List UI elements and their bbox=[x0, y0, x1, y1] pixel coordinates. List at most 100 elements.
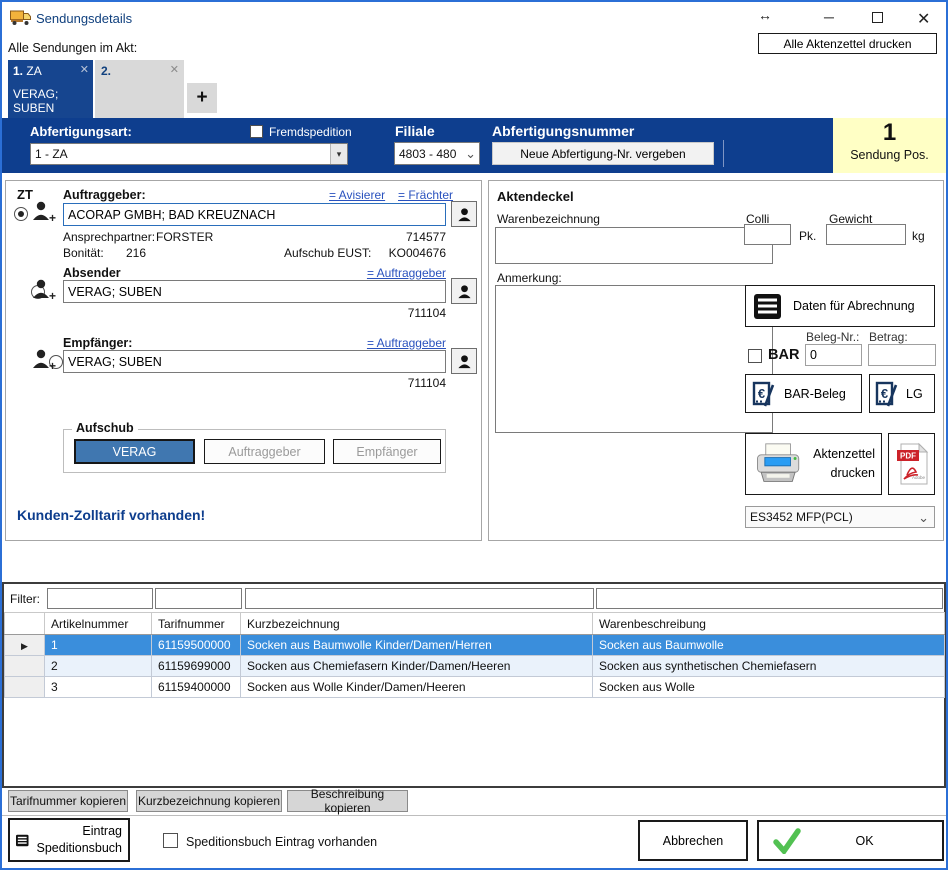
euro-receipt-icon: € bbox=[875, 380, 899, 408]
col-artikelnummer[interactable]: Artikelnummer bbox=[45, 613, 152, 635]
beschreibung-kopieren-button[interactable]: Beschreibung kopieren bbox=[287, 790, 408, 812]
tab-shipment-2[interactable]: ✕ 2. bbox=[95, 60, 184, 118]
command-bar-divider bbox=[723, 140, 724, 167]
tab1-line1: VERAG; bbox=[13, 87, 88, 101]
warenbezeichnung-textarea[interactable] bbox=[495, 227, 773, 264]
maximize-button[interactable] bbox=[872, 12, 883, 23]
daten-abrechnung-button[interactable]: Daten für Abrechnung bbox=[745, 285, 935, 327]
add-contact-icon[interactable]: + bbox=[31, 199, 57, 226]
cell-tarifnummer[interactable]: 61159699000 bbox=[152, 656, 241, 677]
add-contact-icon[interactable]: + bbox=[31, 277, 57, 304]
chevron-down-icon[interactable]: ⌄ bbox=[465, 147, 479, 160]
aufschub-empfaenger-button[interactable]: Empfänger bbox=[333, 439, 441, 464]
ok-button[interactable]: OK bbox=[757, 820, 944, 861]
bonitaet-value: 216 bbox=[126, 246, 146, 260]
filter-warenbeschreibung-input[interactable] bbox=[596, 588, 943, 609]
filter-artikelnummer-input[interactable] bbox=[47, 588, 153, 609]
ansprechpartner-value: FORSTER bbox=[156, 230, 213, 244]
tarifnummer-kopieren-button[interactable]: Tarifnummer kopieren bbox=[8, 790, 128, 812]
cell-kurzbezeichnung[interactable]: Socken aus Baumwolle Kinder/Damen/Herren bbox=[241, 635, 593, 656]
chevron-down-icon[interactable]: ⌄ bbox=[918, 511, 934, 524]
add-tab-button[interactable]: + bbox=[187, 83, 217, 113]
beleg-nr-input[interactable] bbox=[805, 344, 862, 366]
auftraggeber-input[interactable] bbox=[63, 203, 446, 226]
ok-label: OK bbox=[801, 834, 928, 848]
aufschub-eust-label: Aufschub EUST: bbox=[284, 246, 371, 260]
lg-button[interactable]: € LG bbox=[869, 374, 935, 413]
close-button[interactable]: ✕ bbox=[917, 9, 930, 29]
cell-artikelnummer[interactable]: 3 bbox=[45, 677, 152, 698]
current-row-marker-icon: ▶ bbox=[21, 641, 28, 651]
tab1-close-icon[interactable]: ✕ bbox=[80, 63, 89, 76]
cell-artikelnummer[interactable]: 2 bbox=[45, 656, 152, 677]
filiale-select[interactable]: 4803 - 480 ⌄ bbox=[394, 142, 480, 165]
fremdspedition-label: Fremdspedition bbox=[269, 125, 352, 139]
printer-value: ES3452 MFP(PCL) bbox=[746, 510, 918, 524]
printer-select[interactable]: ES3452 MFP(PCL) ⌄ bbox=[745, 506, 935, 528]
neue-abfertigung-button[interactable]: Neue Abfertigung-Nr. vergeben bbox=[492, 142, 714, 165]
filter-kurzbezeichnung-input[interactable] bbox=[245, 588, 594, 609]
ansprechpartner-label: Ansprechpartner: bbox=[63, 230, 155, 244]
empfaenger-number: 711104 bbox=[346, 376, 446, 390]
table-row[interactable]: ▶ 1 61159500000 Socken aus Baumwolle Kin… bbox=[5, 635, 945, 656]
betrag-input[interactable] bbox=[868, 344, 936, 366]
tab-shipment-1[interactable]: ✕ 1. ZA VERAG; SUBEN bbox=[8, 60, 93, 118]
cell-artikelnummer[interactable]: 1 bbox=[45, 635, 152, 656]
filter-label: Filter: bbox=[10, 592, 40, 606]
bar-beleg-button[interactable]: € BAR-Beleg bbox=[745, 374, 862, 413]
col-tarifnummer[interactable]: Tarifnummer bbox=[152, 613, 241, 635]
filiale-label: Filiale bbox=[395, 123, 435, 139]
colli-input[interactable] bbox=[744, 224, 791, 245]
empfaenger-contact-button[interactable] bbox=[451, 348, 477, 374]
lg-label: LG bbox=[906, 387, 923, 401]
sendungsdetails-window: Sendungsdetails ↔ ─ ✕ Alle Aktenzettel d… bbox=[0, 0, 948, 870]
aufschub-auftraggeber-button[interactable]: Auftraggeber bbox=[204, 439, 325, 464]
gewicht-input[interactable] bbox=[826, 224, 906, 245]
tab2-close-icon[interactable]: ✕ bbox=[170, 63, 179, 76]
kurzbezeichnung-kopieren-button[interactable]: Kurzbezeichnung kopieren bbox=[136, 790, 282, 812]
table-row[interactable]: 3 61159400000 Socken aus Wolle Kinder/Da… bbox=[5, 677, 945, 698]
cell-warenbeschreibung[interactable]: Socken aus synthetischen Chemiefasern bbox=[593, 656, 945, 677]
absender-auftraggeber-link[interactable]: = Auftraggeber bbox=[363, 266, 446, 280]
cell-kurzbezeichnung[interactable]: Socken aus Wolle Kinder/Damen/Heeren bbox=[241, 677, 593, 698]
col-warenbeschreibung[interactable]: Warenbeschreibung bbox=[593, 613, 945, 635]
auftraggeber-contact-button[interactable] bbox=[451, 201, 477, 227]
sendung-count: 1 bbox=[833, 118, 946, 148]
aktendeckel-title: Aktendeckel bbox=[497, 189, 574, 204]
pdf-button[interactable]: PDF Adobe bbox=[888, 433, 935, 495]
tab1-line2: SUBEN bbox=[13, 101, 88, 115]
resize-icon[interactable]: ↔ bbox=[758, 7, 772, 23]
titlebar: Sendungsdetails ↔ ─ ✕ bbox=[2, 2, 946, 32]
cell-tarifnummer[interactable]: 61159400000 bbox=[152, 677, 241, 698]
table-row[interactable]: 2 61159699000 Socken aus Chemiefasern Ki… bbox=[5, 656, 945, 677]
cell-warenbeschreibung[interactable]: Socken aus Wolle bbox=[593, 677, 945, 698]
sendung-pos-panel: 1 Sendung Pos. bbox=[833, 118, 946, 173]
bar-checkbox[interactable] bbox=[748, 349, 762, 363]
svg-text:+: + bbox=[49, 359, 56, 371]
cell-tarifnummer[interactable]: 61159500000 bbox=[152, 635, 241, 656]
abfertigungsart-select[interactable]: 1 - ZA ▾ bbox=[30, 143, 348, 165]
empfaenger-auftraggeber-link[interactable]: = Auftraggeber bbox=[363, 336, 446, 350]
fremdspedition-checkbox[interactable] bbox=[250, 125, 263, 138]
add-contact-icon[interactable]: + bbox=[31, 347, 57, 374]
cell-kurzbezeichnung[interactable]: Socken aus Chemiefasern Kinder/Damen/Hee… bbox=[241, 656, 593, 677]
absender-input[interactable] bbox=[63, 280, 446, 303]
absender-contact-button[interactable] bbox=[451, 278, 477, 304]
dropdown-arrow-icon[interactable]: ▾ bbox=[330, 144, 347, 164]
filter-tarifnummer-input[interactable] bbox=[155, 588, 242, 609]
avisierer-link[interactable]: = Avisierer bbox=[329, 188, 385, 202]
abbrechen-button[interactable]: Abbrechen bbox=[638, 820, 748, 861]
alle-aktenzettel-drucken-button[interactable]: Alle Aktenzettel drucken bbox=[758, 33, 937, 54]
col-kurzbezeichnung[interactable]: Kurzbezeichnung bbox=[241, 613, 593, 635]
cell-warenbeschreibung[interactable]: Socken aus Baumwolle bbox=[593, 635, 945, 656]
aufschub-verag-button[interactable]: VERAG bbox=[74, 439, 195, 464]
minimize-button[interactable]: ─ bbox=[824, 9, 834, 25]
empfaenger-input[interactable] bbox=[63, 350, 446, 373]
anmerkung-textarea[interactable] bbox=[495, 285, 773, 433]
auftraggeber-radio[interactable] bbox=[14, 207, 28, 221]
fraechter-link[interactable]: = Frächter bbox=[398, 188, 453, 202]
svg-text:Adobe: Adobe bbox=[911, 475, 925, 480]
eintrag-speditionsbuch-button[interactable]: EintragSpeditionsbuch bbox=[8, 818, 130, 862]
speditionsbuch-checkbox[interactable] bbox=[163, 833, 178, 848]
aktenzettel-drucken-button[interactable]: Aktenzetteldrucken bbox=[745, 433, 882, 495]
